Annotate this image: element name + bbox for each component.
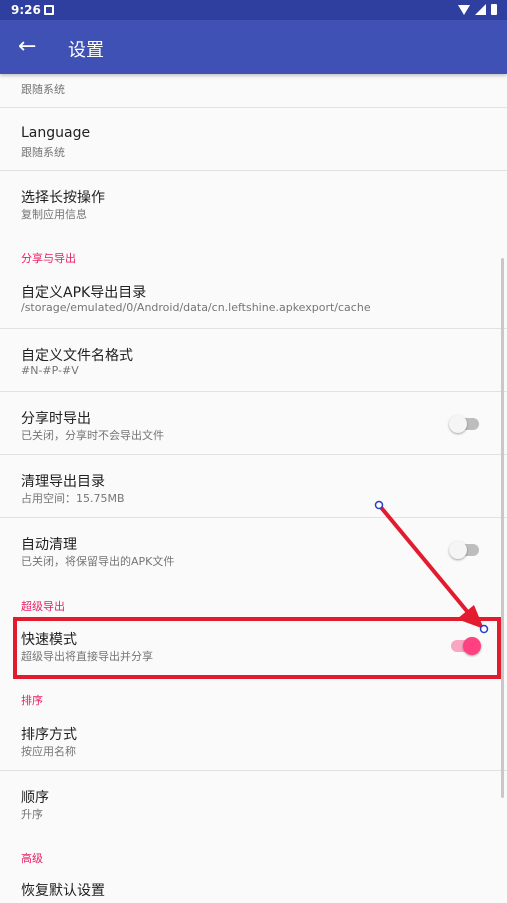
export-on-share-toggle[interactable] — [449, 415, 479, 433]
item-title: 顺序 — [21, 790, 49, 806]
settings-item-language[interactable]: Language 跟随系统 — [0, 108, 507, 171]
settings-list[interactable]: 跟随系统 Language 跟随系统 选择长按操作 复制应用信息 分享与导出 自… — [0, 74, 507, 903]
settings-item-export-dir[interactable]: 自定义APK导出目录 /storage/emulated/0/Android/d… — [0, 266, 507, 329]
settings-item-auto-clean[interactable]: 自动清理 已关闭，将保留导出的APK文件 — [0, 518, 507, 581]
item-title: Language — [21, 125, 91, 141]
item-subtitle: 复制应用信息 — [21, 208, 87, 221]
settings-item-theme[interactable]: 跟随系统 — [0, 74, 507, 108]
settings-item-long-press[interactable]: 选择长按操作 复制应用信息 — [0, 171, 507, 234]
item-title: 自定义APK导出目录 — [21, 285, 147, 301]
item-subtitle: 跟随系统 — [21, 146, 65, 159]
item-title: 恢复默认设置 — [21, 883, 105, 899]
category-share-export: 分享与导出 — [21, 252, 76, 265]
item-subtitle: 已关闭，将保留导出的APK文件 — [21, 555, 175, 568]
item-title: 自定义文件名格式 — [21, 348, 133, 364]
item-subtitle: /storage/emulated/0/Android/data/cn.left… — [21, 301, 371, 314]
item-title: 选择长按操作 — [21, 190, 105, 206]
annotation-highlight-box — [13, 617, 501, 679]
battery-icon — [491, 4, 497, 15]
category-advanced: 高级 — [21, 852, 43, 865]
status-icons — [458, 4, 497, 15]
item-subtitle: 按应用名称 — [21, 745, 76, 758]
page-title: 设置 — [68, 40, 104, 61]
settings-item-clean-dir[interactable]: 清理导出目录 占用空间：15.75MB — [0, 455, 507, 518]
app-bar: ← 设置 — [0, 20, 507, 74]
item-title: 排序方式 — [21, 727, 77, 743]
notification-icon — [44, 5, 54, 15]
settings-item-restore-defaults[interactable]: 恢复默认设置 — [0, 866, 507, 903]
item-subtitle: 升序 — [21, 808, 43, 821]
signal-icon — [475, 4, 486, 15]
settings-item-order[interactable]: 顺序 升序 — [0, 771, 507, 834]
status-bar: 9:26 — [0, 0, 507, 20]
wifi-icon — [458, 4, 470, 15]
status-time: 9:26 — [11, 3, 41, 17]
item-title: 清理导出目录 — [21, 474, 105, 490]
toggle-knob — [449, 541, 467, 559]
item-subtitle: 已关闭，分享时不会导出文件 — [21, 429, 164, 442]
settings-item-export-on-share[interactable]: 分享时导出 已关闭，分享时不会导出文件 — [0, 392, 507, 455]
item-subtitle: 跟随系统 — [21, 83, 65, 96]
settings-item-sort-by[interactable]: 排序方式 按应用名称 — [0, 708, 507, 771]
scrollbar[interactable] — [501, 258, 504, 798]
auto-clean-toggle[interactable] — [449, 541, 479, 559]
category-super-export: 超级导出 — [21, 600, 65, 613]
toggle-knob — [449, 415, 467, 433]
back-arrow-icon[interactable]: ← — [18, 34, 44, 60]
item-subtitle: 占用空间：15.75MB — [21, 492, 125, 505]
item-subtitle: #N-#P-#V — [21, 364, 79, 377]
settings-item-filename-format[interactable]: 自定义文件名格式 #N-#P-#V — [0, 329, 507, 392]
item-title: 分享时导出 — [21, 411, 91, 427]
item-title: 自动清理 — [21, 537, 77, 553]
category-sort: 排序 — [21, 694, 43, 707]
